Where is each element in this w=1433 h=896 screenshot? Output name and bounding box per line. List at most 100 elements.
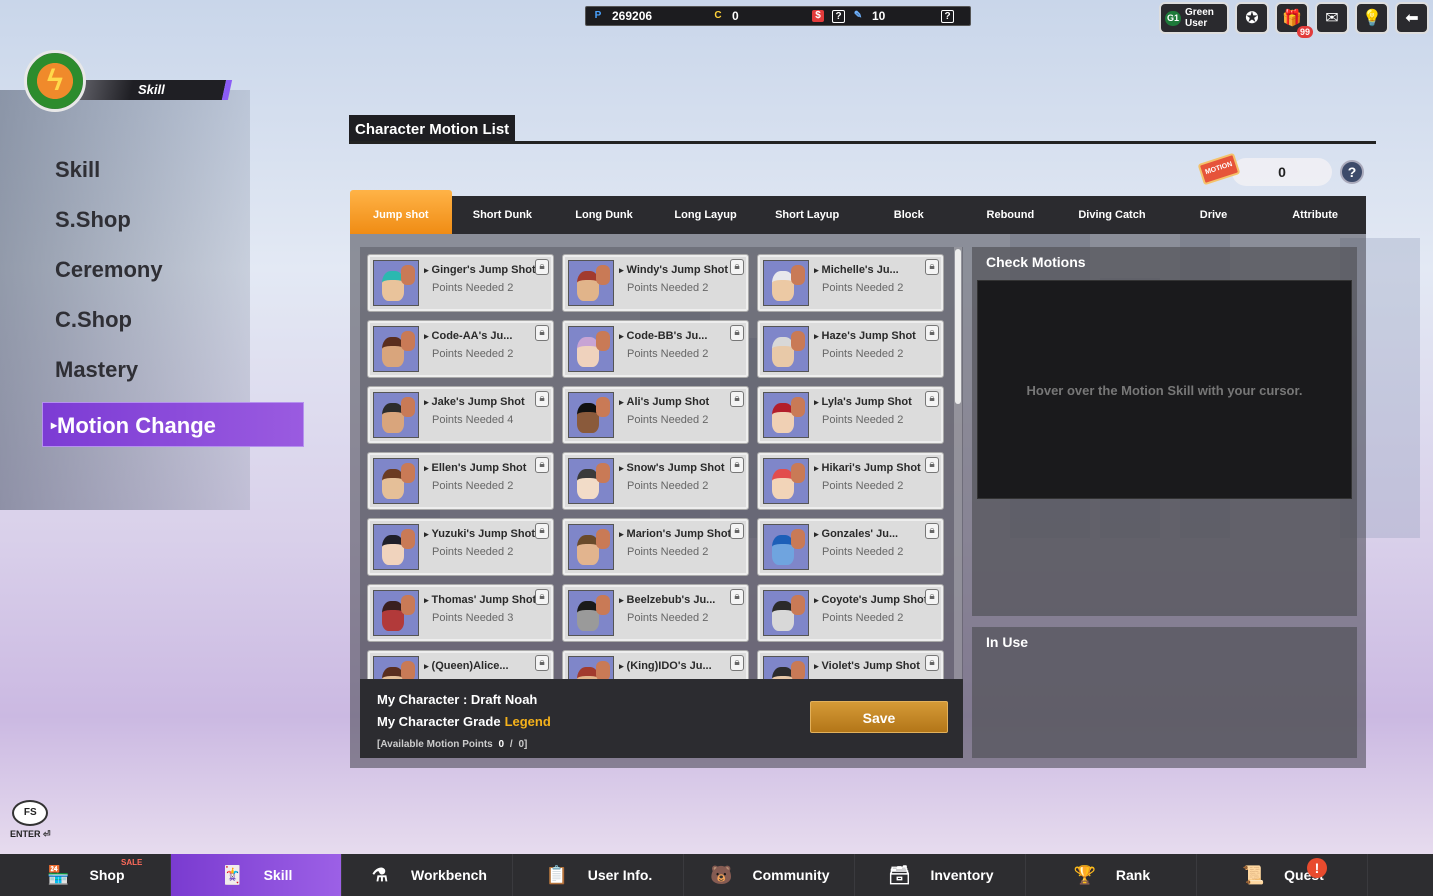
check-motions-title: Check Motions xyxy=(986,254,1086,270)
user-name-line2: User xyxy=(1185,18,1208,29)
cash-help-icon[interactable]: ? xyxy=(832,9,845,23)
motion-card[interactable]: Windy's Jump Shot Points Needed 2 🔒︎ xyxy=(562,254,749,312)
tab-rebound[interactable]: Rebound xyxy=(960,196,1062,234)
nav-rank[interactable]: 🏆 Rank xyxy=(1026,854,1197,896)
motion-card[interactable]: Hikari's Jump Shot Points Needed 2 🔒︎ xyxy=(757,452,944,510)
left-menu-item-s-shop[interactable]: S.Shop xyxy=(42,200,304,250)
tab-diving-catch[interactable]: Diving Catch xyxy=(1061,196,1163,234)
motion-card[interactable]: Ginger's Jump Shot Points Needed 2 🔒︎ xyxy=(367,254,554,312)
tickets-help-icon[interactable]: ? xyxy=(941,9,954,23)
motion-name: Violet's Jump Shot xyxy=(814,660,926,672)
motion-name: Thomas' Jump Shot xyxy=(424,594,536,606)
mail-button[interactable]: ✉ xyxy=(1315,2,1349,34)
motion-card[interactable]: (King)IDO's Ju...🔒︎ xyxy=(562,650,749,679)
cash-value: 0 xyxy=(732,9,739,23)
lock-icon: 🔒︎ xyxy=(925,325,939,341)
motion-hand-icon xyxy=(791,661,805,679)
motion-card[interactable]: Code-BB's Ju... Points Needed 2 🔒︎ xyxy=(562,320,749,378)
lock-icon: 🔒︎ xyxy=(535,523,549,539)
page-title: Character Motion List xyxy=(349,115,516,143)
motion-name: Gonzales' Ju... xyxy=(814,528,926,540)
tab-long-layup[interactable]: Long Layup xyxy=(655,196,757,234)
points-needed: Points Needed 2 xyxy=(822,282,904,294)
motion-card[interactable]: (Queen)Alice...🔒︎ xyxy=(367,650,554,679)
tickets-value: 10 xyxy=(872,9,886,23)
motion-hand-icon xyxy=(401,397,415,417)
motion-name: Windy's Jump Shot xyxy=(619,264,731,276)
tab-jump-shot[interactable]: Jump shot xyxy=(350,190,452,234)
points-needed: Points Needed 2 xyxy=(822,480,904,492)
motion-points-total: 0] xyxy=(518,739,528,750)
lock-icon: 🔒︎ xyxy=(535,457,549,473)
motion-card[interactable]: Yuzuki's Jump Shot Points Needed 2 🔒︎ xyxy=(367,518,554,576)
nav-label: User Info. xyxy=(587,867,653,883)
motion-hand-icon xyxy=(596,463,610,483)
top-right-buttons: G1 Green User ✪ 🎁 99 ✉ 💡 ⬅ xyxy=(1159,2,1429,38)
motion-card[interactable]: Coyote's Jump Shot Points Needed 2 🔒︎ xyxy=(757,584,944,642)
motion-card[interactable]: Code-AA's Ju... Points Needed 2 🔒︎ xyxy=(367,320,554,378)
hint-button[interactable]: 💡 xyxy=(1355,2,1389,34)
motion-card[interactable]: Jake's Jump Shot Points Needed 4 🔒︎ xyxy=(367,386,554,444)
motion-name: Marion's Jump Shot xyxy=(619,528,731,540)
character-portrait xyxy=(373,260,419,306)
help-button[interactable]: ? xyxy=(1340,160,1364,184)
lock-icon: 🔒︎ xyxy=(925,523,939,539)
tab-long-dunk[interactable]: Long Dunk xyxy=(553,196,655,234)
motion-card[interactable]: Gonzales' Ju... Points Needed 2 🔒︎ xyxy=(757,518,944,576)
character-portrait xyxy=(568,326,614,372)
character-portrait xyxy=(568,590,614,636)
nav-community[interactable]: 🐻 Community xyxy=(684,854,855,896)
left-menu-item-mastery[interactable]: Mastery xyxy=(42,350,304,400)
character-portrait xyxy=(763,326,809,372)
nav-inventory[interactable]: 🗃 Inventory xyxy=(855,854,1026,896)
rank-icon: 🏆 xyxy=(1073,865,1097,885)
left-menu-item-motion-change[interactable]: ▸Motion Change xyxy=(42,402,304,447)
section-label: Skill xyxy=(138,82,165,97)
nav-skill[interactable]: 🃏 Skill xyxy=(171,854,342,896)
motion-card[interactable]: Haze's Jump Shot Points Needed 2 🔒︎ xyxy=(757,320,944,378)
tab-attribute[interactable]: Attribute xyxy=(1264,196,1366,234)
motion-card[interactable]: Michelle's Ju... Points Needed 2 🔒︎ xyxy=(757,254,944,312)
lock-icon: 🔒︎ xyxy=(925,655,939,671)
motion-hand-icon xyxy=(401,463,415,483)
motion-name: Jake's Jump Shot xyxy=(424,396,536,408)
motion-card[interactable]: Ali's Jump Shot Points Needed 2 🔒︎ xyxy=(562,386,749,444)
chat-enter-button[interactable]: FS ENTER ⏎ xyxy=(10,800,51,840)
motion-card[interactable]: Beelzebub's Ju... Points Needed 2 🔒︎ xyxy=(562,584,749,642)
motion-card[interactable]: Snow's Jump Shot Points Needed 2 🔒︎ xyxy=(562,452,749,510)
left-menu-item-skill[interactable]: Skill xyxy=(42,150,304,200)
motion-card[interactable]: Marion's Jump Shot Points Needed 2 🔒︎ xyxy=(562,518,749,576)
scrollbar-thumb[interactable] xyxy=(955,249,961,404)
cash-icon: C xyxy=(714,10,722,21)
left-menu-item-c-shop[interactable]: C.Shop xyxy=(42,300,304,350)
achievement-button[interactable]: ✪ xyxy=(1235,2,1269,34)
motion-name: Code-BB's Ju... xyxy=(619,330,731,342)
save-button[interactable]: Save xyxy=(810,701,948,733)
motion-list-scrollbar[interactable] xyxy=(954,247,962,679)
user-profile-button[interactable]: G1 Green User xyxy=(1159,2,1229,34)
motion-card[interactable]: Lyla's Jump Shot Points Needed 2 🔒︎ xyxy=(757,386,944,444)
character-info-bar: My Character : Draft Noah My Character G… xyxy=(360,679,963,758)
tab-block[interactable]: Block xyxy=(858,196,960,234)
nav-quest[interactable]: 📜 Quest! xyxy=(1197,854,1368,896)
motion-card[interactable]: Violet's Jump Shot🔒︎ xyxy=(757,650,944,679)
chat-bubble-icon: FS xyxy=(12,800,49,826)
lock-icon: 🔒︎ xyxy=(730,655,744,671)
title-underline xyxy=(349,141,1376,144)
left-menu: Skill S.Shop Ceremony C.Shop Mastery ▸Mo… xyxy=(42,150,304,447)
nav-workbench[interactable]: ⚗ Workbench xyxy=(342,854,513,896)
motion-name: Snow's Jump Shot xyxy=(619,462,731,474)
tab-short-dunk[interactable]: Short Dunk xyxy=(452,196,554,234)
medal-icon: ✪ xyxy=(1245,10,1259,27)
back-button[interactable]: ⬅ xyxy=(1395,2,1429,34)
tab-drive[interactable]: Drive xyxy=(1163,196,1265,234)
motion-card[interactable]: Ellen's Jump Shot Points Needed 2 🔒︎ xyxy=(367,452,554,510)
nav-label: Rank xyxy=(1115,867,1151,883)
gift-button[interactable]: 🎁 99 xyxy=(1275,2,1313,38)
motion-category-tabs: Jump shot Short Dunk Long Dunk Long Layup Sh… xyxy=(350,190,1366,234)
left-menu-item-ceremony[interactable]: Ceremony xyxy=(42,250,304,300)
motion-card[interactable]: Thomas' Jump Shot Points Needed 3 🔒︎ xyxy=(367,584,554,642)
tab-short-layup[interactable]: Short Layup xyxy=(756,196,858,234)
nav-shop[interactable]: 🏪 Shop SALE xyxy=(0,854,171,896)
nav-user-info[interactable]: 📋 User Info. xyxy=(513,854,684,896)
